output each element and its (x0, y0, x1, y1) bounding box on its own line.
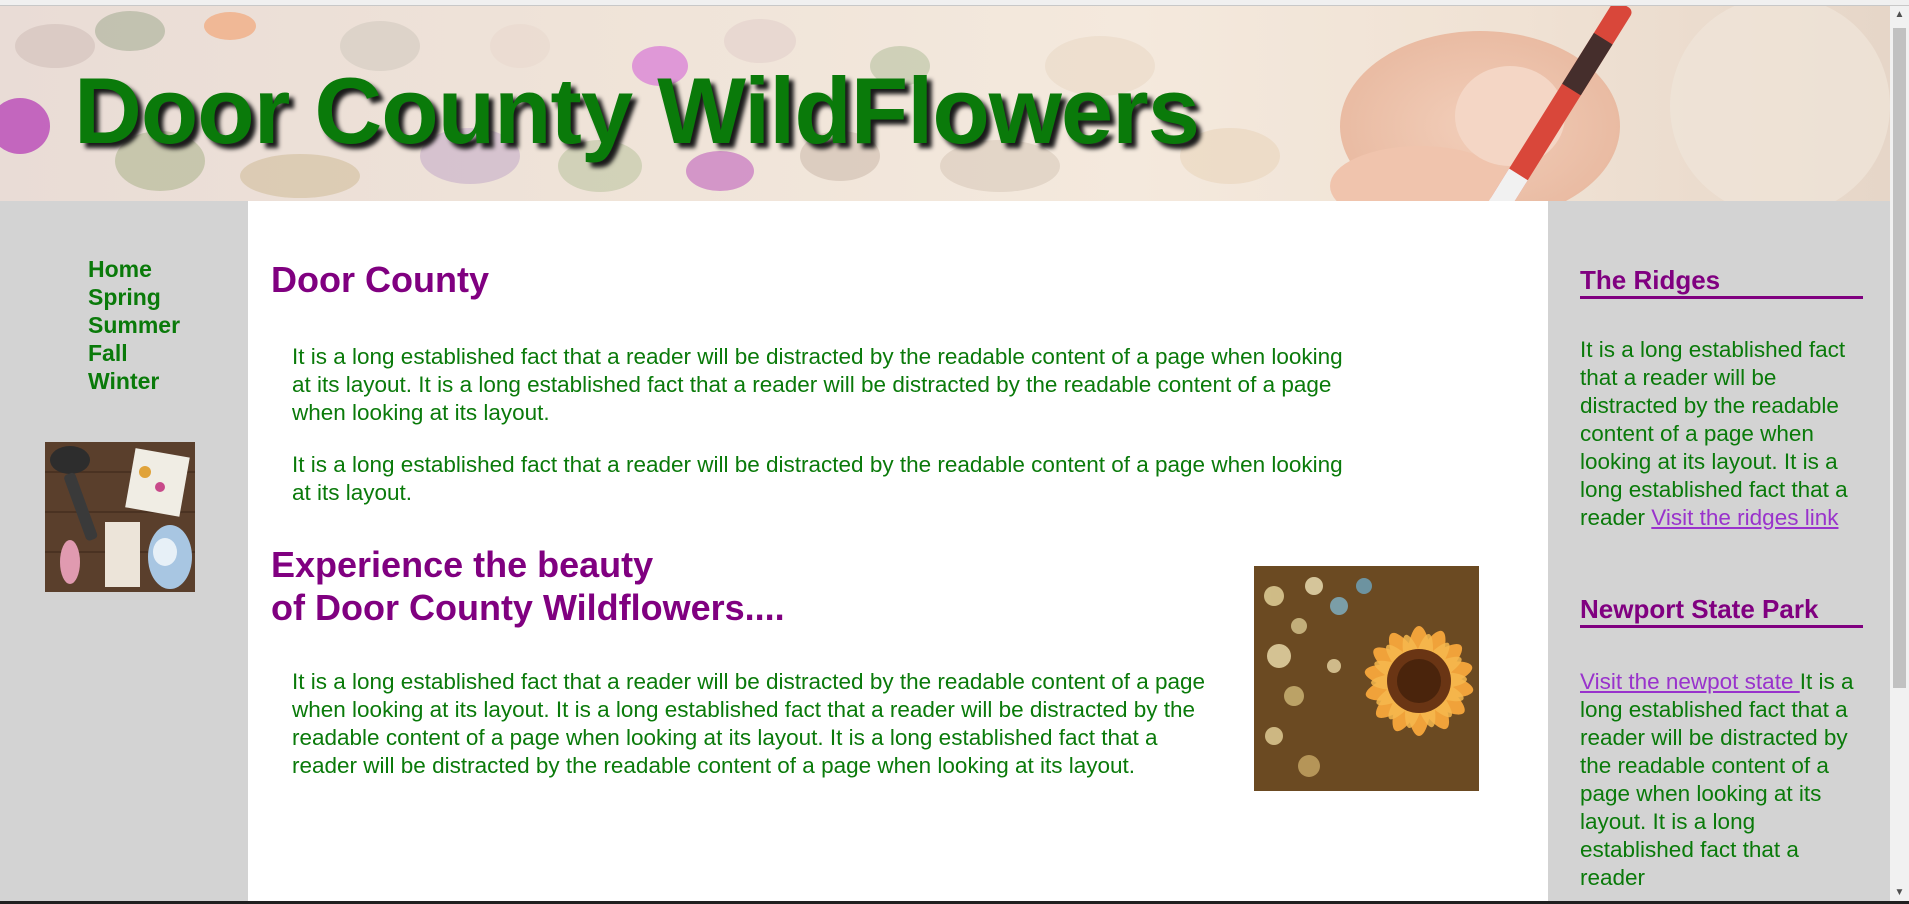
gardening-tools-image (45, 442, 195, 592)
scroll-down-arrow-icon[interactable]: ▼ (1890, 884, 1909, 901)
intro-paragraph-2: It is a long established fact that a rea… (292, 452, 1343, 505)
nav-link-summer[interactable]: Summer (88, 311, 180, 339)
beauty-paragraph: It is a long established fact that a rea… (292, 669, 1206, 778)
visit-newport-link[interactable]: Visit the newpot state (1580, 669, 1800, 694)
ridges-text: It is a long established fact that a rea… (1580, 337, 1848, 530)
newport-text: It is a long established fact that a rea… (1580, 669, 1854, 890)
beauty-heading-line1: Experience the beauty (271, 544, 654, 585)
scrollbar-thumb[interactable] (1893, 28, 1906, 688)
visit-ridges-link[interactable]: Visit the ridges link (1651, 505, 1838, 530)
header-banner: Door County WildFlowers (0, 6, 1890, 201)
site-title: Door County WildFlowers (74, 58, 1200, 163)
newport-paragraph: Visit the newpot state It is a long esta… (1580, 668, 1865, 892)
main-heading: Door County (271, 259, 489, 300)
intro-paragraph-1: It is a long established fact that a rea… (292, 344, 1343, 425)
nav-link-spring[interactable]: Spring (88, 283, 180, 311)
scroll-up-arrow-icon[interactable]: ▲ (1890, 6, 1909, 23)
left-navigation: Home Spring Summer Fall Winter (88, 255, 180, 395)
beauty-heading-line2: of Door County Wildflowers.... (271, 587, 785, 628)
beauty-heading: Experience the beauty of Door County Wil… (271, 543, 785, 629)
nav-link-fall[interactable]: Fall (88, 339, 180, 367)
ridges-paragraph: It is a long established fact that a rea… (1580, 336, 1865, 532)
nav-link-winter[interactable]: Winter (88, 367, 180, 395)
main-content: Door County It is a long established fac… (248, 201, 1548, 901)
newport-heading: Newport State Park (1580, 593, 1863, 628)
nav-link-home[interactable]: Home (88, 255, 180, 283)
sunflower-image (1254, 566, 1479, 791)
ridges-heading: The Ridges (1580, 264, 1863, 299)
page: Door County WildFlowers Home Spring Summ… (0, 0, 1909, 904)
page-scrollbar[interactable]: ▲ ▼ (1890, 6, 1909, 901)
